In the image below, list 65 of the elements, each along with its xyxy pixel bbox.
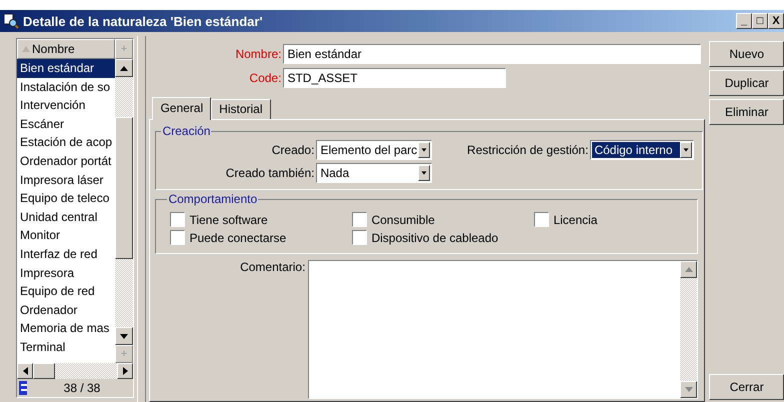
list-item[interactable]: Impresora: [17, 264, 115, 282]
up-arrow-icon: [684, 267, 693, 272]
list-item[interactable]: Ordenador: [17, 300, 115, 320]
list-item[interactable]: Monitor: [17, 226, 115, 245]
text-field[interactable]: STD_ASSET: [283, 68, 506, 88]
scrollbar[interactable]: [680, 261, 698, 398]
record-count: 38 / 38: [62, 381, 102, 395]
action-button[interactable]: Nuevo: [709, 41, 784, 67]
dropdown[interactable]: Nada: [316, 163, 432, 183]
list-item[interactable]: Ordenador portát: [17, 152, 115, 171]
tab[interactable]: Historial: [211, 99, 270, 119]
tab[interactable]: General: [152, 97, 212, 120]
field-label: Nombre:: [234, 47, 282, 61]
checkbox-label: Dispositivo de cableado: [371, 230, 498, 244]
field-label: Creado también:: [224, 166, 314, 180]
field-label: Restricción de gestión:: [466, 143, 588, 157]
window-control-button[interactable]: □: [752, 13, 768, 29]
list-item[interactable]: Memoria de mas: [17, 319, 115, 338]
list-item[interactable]: Instalación de so: [17, 78, 115, 96]
left-arrow-icon: [22, 367, 28, 375]
window-title: Detalle de la naturaleza 'Bien estándar': [23, 14, 264, 28]
down-arrow-icon: [684, 387, 693, 392]
horizontal-scrollbar[interactable]: [17, 363, 133, 379]
checkbox[interactable]: [170, 230, 186, 245]
up-arrow-icon: [120, 66, 128, 70]
checkbox-label: Licencia: [553, 212, 598, 226]
checkbox[interactable]: [352, 212, 368, 227]
group-title: Creación: [161, 124, 212, 138]
list-item[interactable]: Equipo de red: [17, 282, 115, 301]
splitter[interactable]: [137, 36, 146, 402]
action-button[interactable]: Eliminar: [709, 99, 784, 125]
group-title: Comportamiento: [167, 192, 258, 206]
column-header[interactable]: Nombre: [17, 39, 115, 59]
checkbox-label: Tiene software: [189, 212, 268, 226]
list-item[interactable]: Interfaz de red: [17, 244, 115, 264]
close-button[interactable]: Cerrar: [709, 374, 784, 400]
list-item[interactable]: Bien estándar: [17, 59, 115, 78]
list-item[interactable]: Impresora láser: [17, 170, 115, 190]
field-label: Comentario:: [239, 260, 306, 276]
down-arrow-icon: [120, 334, 128, 338]
checkbox[interactable]: [534, 212, 550, 227]
checkbox-label: Puede conectarse: [189, 230, 286, 244]
magnifier-icon: [3, 13, 19, 29]
field-label: Code:: [248, 71, 282, 85]
field-label: Creado:: [270, 143, 314, 157]
checkbox-label: Consumible: [371, 212, 435, 226]
checkbox[interactable]: [352, 230, 368, 245]
list-item[interactable]: Unidad central: [17, 208, 115, 226]
window-control-button[interactable]: _: [736, 13, 752, 29]
window-control-button[interactable]: X: [768, 13, 784, 29]
right-arrow-icon: [122, 367, 128, 375]
database-icon: [19, 381, 27, 395]
list-item[interactable]: Intervención: [17, 96, 115, 115]
action-button[interactable]: Duplicar: [709, 70, 784, 96]
sort-icon: [22, 46, 30, 52]
checkbox[interactable]: [170, 212, 186, 227]
text-field[interactable]: Bien estándar: [283, 44, 702, 64]
list-item[interactable]: Escáner: [17, 114, 115, 134]
dropdown[interactable]: Código interno: [590, 140, 694, 160]
column-title: Nombre: [32, 42, 75, 56]
list-item[interactable]: Equipo de teleco: [17, 189, 115, 208]
dropdown[interactable]: Elemento del parc: [316, 140, 432, 160]
list-item[interactable]: Estación de acop: [17, 133, 115, 152]
comment-field[interactable]: [308, 260, 698, 399]
list-item[interactable]: Terminal: [17, 338, 115, 356]
